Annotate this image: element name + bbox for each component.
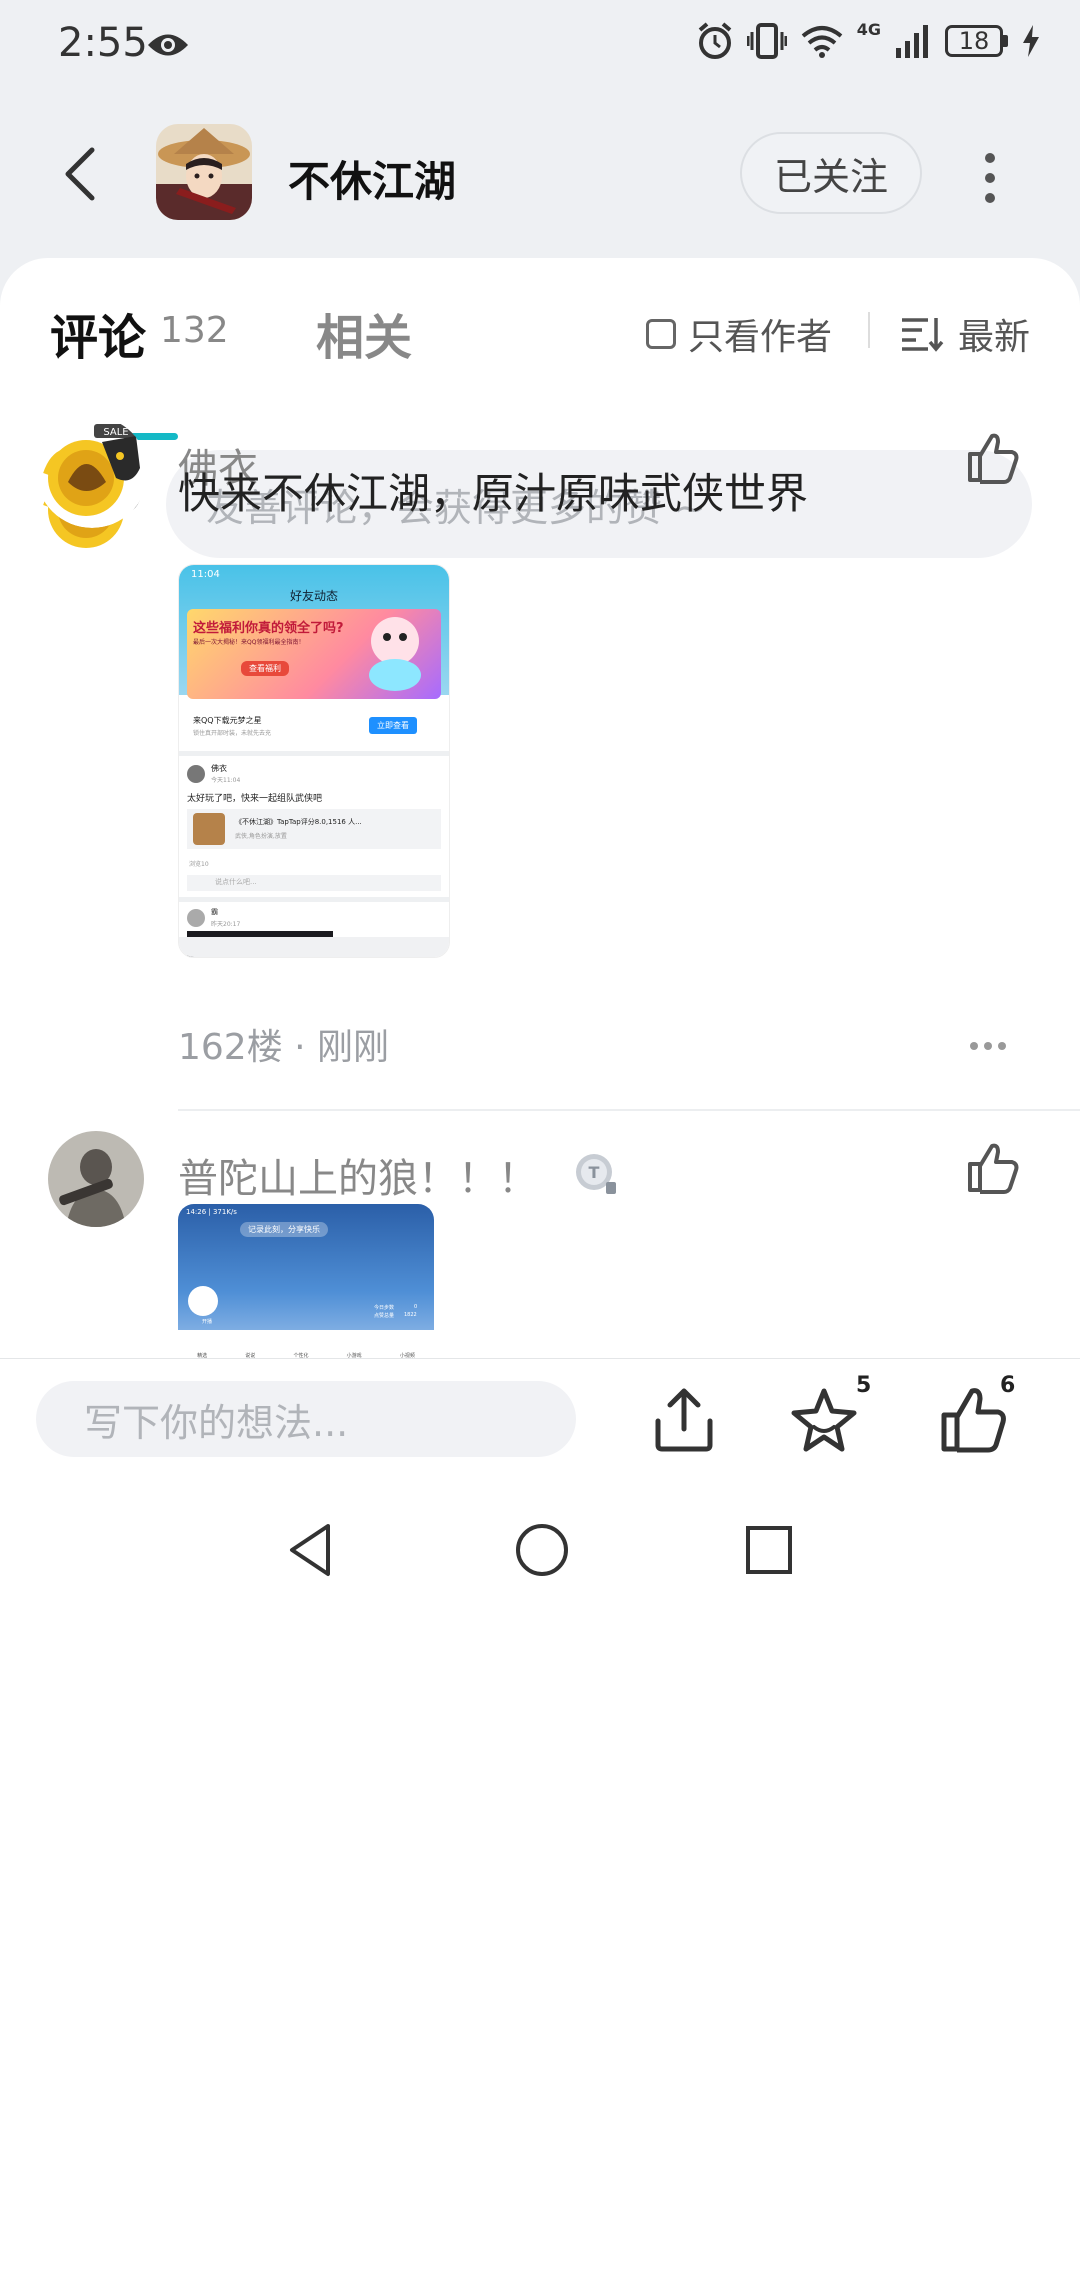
image-banner-button: 查看福利 [241,661,289,676]
sort-label: 最新 [958,317,1031,358]
app-title: 不休江湖 [288,157,457,206]
image-banner-sub: 最后一次大揭秘！来QQ领福利最全指南！ [193,639,305,646]
bottom-action-bar: 写下你的想法... 5 6 [0,1358,1080,1479]
wifi-icon [801,26,843,58]
image-link-sub: 武侠,角色扮演,放置 [235,833,287,840]
tab-related[interactable]: 相关 [316,298,412,368]
image-post-time: 今天11:04 [211,777,241,784]
comment-text: 快来不休江湖，原汁原味武侠世界 [178,469,809,518]
image-stat1-val: 0 [414,1304,418,1310]
vibrate-icon [746,23,787,59]
image-post2-user: 霸 [211,908,218,916]
comment-divider [178,1109,1080,1111]
charging-icon [1023,25,1039,57]
app-header: 不休江湖 已关注 [0,110,1080,240]
image-ad-title: 来QQ下载元梦之星 [193,716,262,725]
battery-indicator: 18 [945,25,1008,57]
comment-avatar[interactable] [48,1131,144,1227]
star-icon[interactable] [790,1387,858,1455]
image-stat2-val: 1822 [404,1312,417,1318]
only-author-toggle[interactable]: 只看作者 [646,308,832,360]
comment-count: 132 [160,310,229,351]
thumbs-up-icon[interactable] [964,430,1020,486]
battery-level: 18 [945,25,1003,57]
status-bar: 2:55 4G 18 [0,0,1080,100]
comment-username[interactable]: 普陀山上的狼！！！ [178,1146,538,1204]
favorite-count: 5 [856,1373,872,1398]
divider [868,312,870,348]
system-nav-bar [0,1478,1080,2280]
status-time: 2:55 [58,20,148,66]
checkbox-icon[interactable] [646,319,676,349]
image-post2-time: 昨天20:17 [211,921,241,928]
image-header: 好友动态 [289,589,338,603]
share-icon[interactable] [652,1385,716,1455]
nav-home-icon[interactable] [514,1522,570,1578]
image-banner: 记录此刻，分享快乐 [240,1222,328,1237]
sort-icon [902,318,944,352]
thumbs-up-icon[interactable] [964,1140,1020,1196]
image-reply-placeholder: 说点什么吧... [215,878,257,886]
image-views: 浏览10 [189,861,209,868]
image-post-text: 太好玩了吧，快来一起组队武侠吧 [187,794,323,804]
comment-image[interactable]: 14:26 | 371K/s 记录此刻，分享快乐 开播 今日步数 0 点赞总量 … [178,1204,434,1364]
image-ad-sub: 锁住真开部时装，未就先去充 [193,730,272,737]
mascot-illustration [369,617,421,691]
more-horizontal-icon[interactable] [968,1040,1008,1052]
sort-button[interactable]: 最新 [900,308,1030,360]
comment-image[interactable]: 11:04 好友动态 这些福利你真的领全了吗? 最后一次大揭秘！来QQ领福利最全… [178,564,450,958]
tab-comments[interactable]: 评论 [50,298,146,368]
image-status: 14:26 | 371K/s [186,1208,237,1216]
image-ad-button: 立即查看 [369,717,417,734]
comment-avatar[interactable]: SALE [36,416,148,528]
image-banner-title: 这些福利你真的领全了吗? [193,621,344,636]
follow-button[interactable]: 已关注 [740,132,922,214]
network-type: 4G [856,19,881,39]
alarm-icon [698,22,732,59]
thumbs-up-icon[interactable] [938,1385,1008,1455]
more-vertical-icon[interactable] [972,148,1008,208]
image-link-title: 《不休江湖》TapTap评分8.0,1516 人... [235,818,362,826]
level-badge-text: T [589,1163,600,1182]
app-icon[interactable] [156,124,252,220]
like-count: 6 [1000,1373,1016,1398]
back-arrow-icon[interactable] [52,144,112,204]
image-avatar-tag: 开播 [202,1319,213,1325]
eye-icon [148,34,188,56]
nav-back-icon[interactable] [286,1522,336,1578]
signal-icon [896,25,928,58]
image-status-time: 11:04 [191,569,220,580]
tab-bar: 评论 132 相关 只看作者 最新 [0,298,1080,440]
image-stat1: 今日步数 [374,1305,395,1311]
level-badge-icon: T [576,1154,616,1194]
svg-text:SALE: SALE [103,427,128,438]
image-post-user: 佛衣 [211,764,227,773]
only-author-label: 只看作者 [688,317,833,358]
image-stat2: 点赞总量 [374,1313,395,1319]
nav-recents-icon[interactable] [744,1522,794,1578]
comment-meta: 162楼 · 刚刚 [178,1027,390,1068]
write-comment-input[interactable]: 写下你的想法... [36,1381,576,1457]
